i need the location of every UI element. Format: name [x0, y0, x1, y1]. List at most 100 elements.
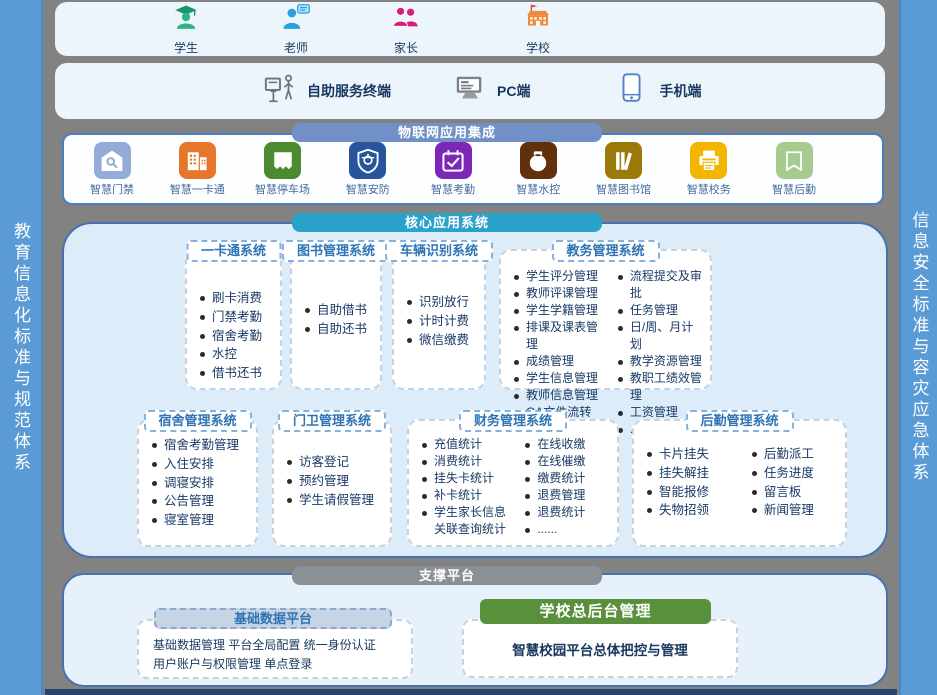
- iot-attendance: 智慧考勤: [417, 142, 489, 203]
- terminals-row: 自助服务终端 PC端 手机端: [55, 63, 885, 119]
- list-item: 日/周、月计划: [617, 319, 704, 353]
- list-item: 学生信息管理: [513, 370, 609, 387]
- terminal-phone: 手机端: [615, 72, 701, 111]
- list-item: 挂失卡统计: [421, 470, 516, 487]
- user-school: 学校: [499, 3, 577, 56]
- list-item: 教师评课管理: [513, 285, 609, 302]
- list-item: 微信缴费: [406, 331, 480, 350]
- user-label: 学生: [174, 39, 198, 56]
- list-item: 退费管理: [524, 487, 611, 504]
- list-item: 智能报修: [646, 483, 743, 502]
- security-icon: [349, 142, 386, 179]
- list-item: 学生评分管理: [513, 268, 609, 285]
- parking-icon: [264, 142, 301, 179]
- iot-ribbon: 物联网应用集成: [292, 123, 602, 142]
- library-icon: [605, 142, 642, 179]
- system-title: 车辆识别系统: [385, 240, 493, 262]
- system-title: 教务管理系统: [551, 240, 659, 262]
- base-platform-line1: 基础数据管理 平台全局配置 统一身份认证: [153, 636, 411, 655]
- list-item: 后勤派工: [751, 445, 839, 464]
- iot-integration-box: 物联网应用集成 智慧门禁 智慧一卡通 智慧停车场 智慧安防: [62, 133, 884, 205]
- user-roles-row: 学生 老师 家长 学校: [55, 2, 885, 56]
- system-title: 后勤管理系统: [685, 410, 793, 432]
- right-standard-strip: 信息安全标准与容灾应急体系: [899, 0, 937, 695]
- list-item: 自助还书: [304, 320, 367, 339]
- list-item: 调寝安排: [151, 474, 252, 493]
- core-systems-box: 核心应用系统 一卡通系统 刷卡消费 门禁考勤 宿舍考勤 水控 借书还书 图书管理…: [62, 222, 888, 558]
- core-ribbon: 核心应用系统: [292, 213, 602, 232]
- iot-label: 智慧一卡通: [170, 181, 225, 197]
- iot-label: 智慧考勤: [431, 181, 475, 197]
- terminal-pc: PC端: [453, 72, 530, 111]
- iot-school-affairs: 智慧校务: [673, 142, 745, 203]
- list-item: 预约管理: [286, 472, 386, 491]
- iot-label: 智慧门禁: [90, 181, 134, 197]
- list-item: 成绩管理: [513, 353, 609, 370]
- list-item: 学生请假管理: [286, 491, 386, 510]
- system-item-list: 后勤派工 任务进度 留言板 新闻管理: [747, 445, 843, 520]
- iot-label: 智慧停车场: [255, 181, 310, 197]
- list-item: 刷卡消费: [199, 289, 276, 308]
- user-student: 学生: [147, 3, 225, 56]
- system-item-list: 访客登记 预约管理 学生请假管理: [274, 453, 390, 509]
- terminal-label: 自助服务终端: [307, 81, 391, 101]
- list-item: 门禁考勤: [199, 308, 276, 327]
- list-item: 访客登记: [286, 453, 386, 472]
- student-icon: [171, 3, 201, 38]
- school-affairs-icon: [690, 142, 727, 179]
- water-control-icon: [520, 142, 557, 179]
- system-columns: 充值统计 消费统计 挂失卡统计 补卡统计 学生家长信息关联查询统计 在线收缴 在…: [409, 436, 617, 538]
- logistics-icon: [776, 142, 813, 179]
- system-item-list: 宿舍考勤管理 入住安排 调寝安排 公告管理 寝室管理: [139, 436, 256, 530]
- system-item-list: 卡片挂失 挂失解挂 智能报修 失物招领: [642, 445, 747, 520]
- parents-icon: [391, 3, 421, 38]
- list-item: 卡片挂失: [646, 445, 743, 464]
- teacher-icon: [281, 3, 311, 38]
- list-item: 新闻管理: [751, 501, 839, 520]
- system-title: 宿舍管理系统: [143, 410, 251, 432]
- list-item: 入住安排: [151, 455, 252, 474]
- list-item: 宿舍考勤管理: [151, 436, 252, 455]
- iot-security: 智慧安防: [332, 142, 404, 203]
- list-item: 排课及课表管理: [513, 319, 609, 353]
- smart-campus-architecture-diagram: 教育信息化标准与规范体系 信息安全标准与容灾应急体系 学生 老师 家长: [0, 0, 937, 695]
- list-item: 教学资源管理: [617, 353, 704, 370]
- list-item: 学生家长信息关联查询统计: [421, 504, 516, 538]
- list-item: 缴费统计: [524, 470, 611, 487]
- bottom-edge-bar: [45, 689, 897, 695]
- list-item: 寝室管理: [151, 511, 252, 530]
- list-item: 消费统计: [421, 453, 516, 470]
- list-item: 识别放行: [406, 293, 480, 312]
- system-item-list: 识别放行 计时计费 微信缴费: [394, 293, 484, 349]
- list-item: 流程提交及审批: [617, 268, 704, 302]
- system-item-list: 自助借书 自助还书: [292, 301, 371, 339]
- list-item: 挂失解挂: [646, 464, 743, 483]
- left-standard-strip: 教育信息化标准与规范体系: [0, 0, 43, 695]
- system-vehicle-recognition: 车辆识别系统 识别放行 计时计费 微信缴费: [392, 249, 486, 390]
- list-item: 宿舍考勤: [199, 327, 276, 346]
- school-icon: [523, 3, 553, 38]
- list-item: 留言板: [751, 483, 839, 502]
- user-label: 家长: [394, 39, 418, 56]
- iot-logistics: 智慧后勤: [758, 142, 830, 203]
- support-ribbon: 支撑平台: [292, 566, 602, 585]
- system-finance: 财务管理系统 充值统计 消费统计 挂失卡统计 补卡统计 学生家长信息关联查询统计…: [407, 419, 619, 547]
- system-one-card: 一卡通系统 刷卡消费 门禁考勤 宿舍考勤 水控 借书还书: [185, 249, 282, 390]
- list-item: 退费统计: [524, 504, 611, 521]
- list-item: 在线收缴: [524, 436, 611, 453]
- user-label: 老师: [284, 39, 308, 56]
- iot-label: 智慧水控: [516, 181, 560, 197]
- iot-water-control: 智慧水控: [502, 142, 574, 203]
- attendance-icon: [435, 142, 472, 179]
- kiosk-icon: [263, 72, 297, 111]
- list-item: 教职工绩效管理: [617, 370, 704, 404]
- system-library-mgmt: 图书管理系统 自助借书 自助还书: [290, 249, 382, 390]
- school-admin-title: 学校总后台管理: [480, 599, 711, 624]
- terminal-kiosk: 自助服务终端: [263, 72, 391, 111]
- list-item: 公告管理: [151, 492, 252, 511]
- iot-one-card: 智慧一卡通: [161, 142, 233, 203]
- terminal-label: 手机端: [659, 81, 701, 101]
- iot-label: 智慧后勤: [772, 181, 816, 197]
- door-access-icon: [94, 142, 131, 179]
- list-item: 在线催缴: [524, 453, 611, 470]
